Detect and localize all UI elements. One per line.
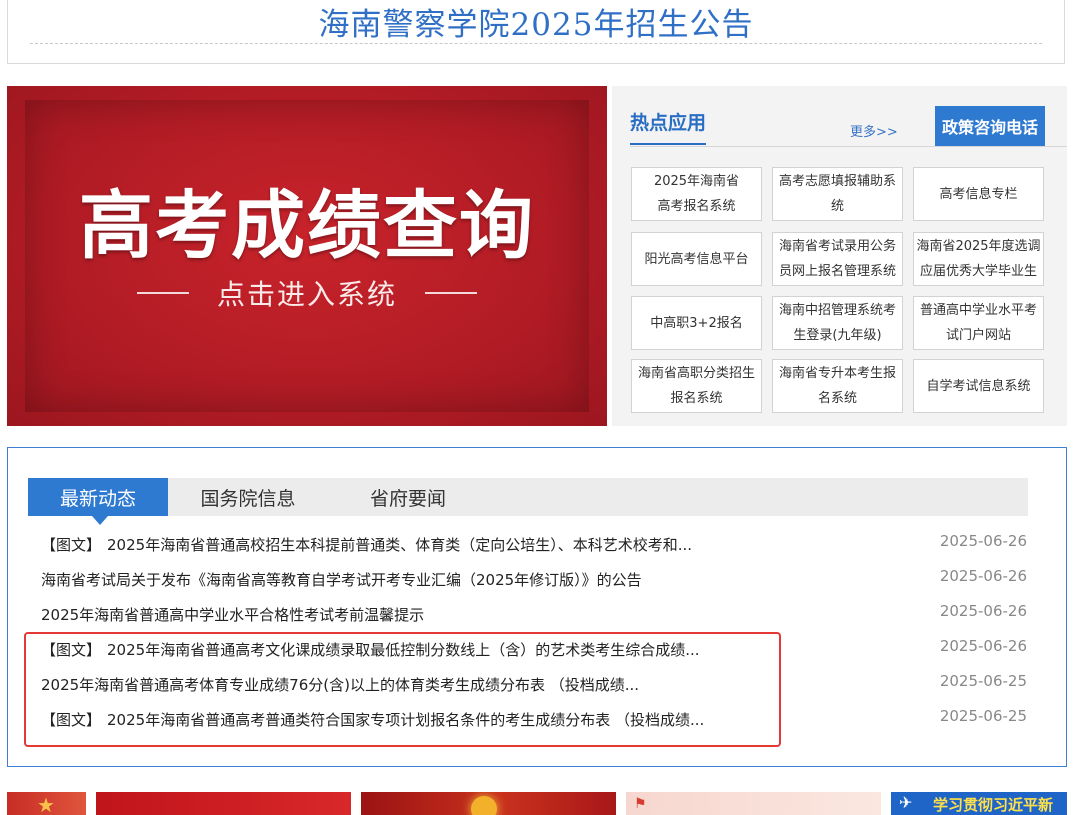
app-button-label: 海南省专升本考生报名系统 — [778, 366, 896, 406]
news-item: 【图文】 2025年海南省普通高考普通类符合国家专项计划报名条件的考生成绩分布表 … — [41, 703, 1027, 737]
banner-subtitle: 点击进入系统 — [216, 278, 397, 311]
notice-divider — [30, 43, 1042, 44]
app-button-vocational-32[interactable]: 中高职3+2报名 — [631, 296, 762, 350]
news-prefix: 【图文】 — [41, 641, 102, 659]
hot-apps-panel: 热点应用 更多>> 政策咨询电话 2025年海南省高考报名系统 高考志愿填报辅助… — [612, 86, 1067, 426]
bottom-banner-5-text: 学习贯彻习近平新 — [933, 796, 1054, 814]
notice-box: 海南警察学院2025年招生公告 — [7, 0, 1065, 64]
news-title: 海南省考试局关于发布《海南省高等教育自学考试开考专业汇编（2025年修订版）》的… — [41, 571, 642, 589]
news-link[interactable]: 海南省考试局关于发布《海南省高等教育自学考试开考专业汇编（2025年修订版）》的… — [41, 563, 642, 597]
bottom-banner-4[interactable]: ⚑ — [626, 792, 881, 815]
app-button-gaokao-info[interactable]: 高考信息专栏 — [913, 167, 1044, 221]
app-button-academic-level-exam[interactable]: 普通高中学业水平考试门户网站 — [913, 296, 1044, 350]
hot-apps-header: 热点应用 更多>> 政策咨询电话 — [630, 106, 1067, 147]
banner-line-right — [425, 292, 477, 294]
news-item: 【图文】 2025年海南省普通高考文化课成绩录取最低控制分数线上（含）的艺术类考生… — [41, 633, 1027, 667]
news-title: 2025年海南省普通高中学业水平合格性考试考前温馨提示 — [41, 606, 425, 624]
app-button-label: 海南省考试录用公务员网上报名管理系统 — [778, 239, 896, 279]
more-link[interactable]: 更多>> — [850, 121, 898, 140]
bottom-banner-2[interactable] — [96, 792, 351, 815]
app-button-label: 高考信息专栏 — [939, 186, 1018, 202]
app-button-vocational-classified[interactable]: 海南省高职分类招生报名系统 — [631, 359, 762, 413]
news-item: 2025年海南省普通高中学业水平合格性考试考前温馨提示 2025-06-26 — [41, 598, 1027, 632]
tab-latest-news[interactable]: 最新动态 — [28, 478, 168, 516]
app-button-volunteer-assist[interactable]: 高考志愿填报辅助系统 — [772, 167, 903, 221]
news-item: 【图文】 2025年海南省普通高校招生本科提前普通类、体育类（定向公培生）、本科艺… — [41, 528, 1027, 562]
app-button-label: 海南省高职分类招生报名系统 — [637, 366, 755, 406]
news-link[interactable]: 2025年海南省普通高中学业水平合格性考试考前温馨提示 — [41, 598, 424, 632]
news-title: 2025年海南省普通高考文化课成绩录取最低控制分数线上（含）的艺术类考生综合成绩… — [107, 641, 700, 659]
bottom-banner-3[interactable] — [361, 792, 616, 815]
active-tab-pointer — [92, 516, 108, 525]
news-date: 2025-06-25 — [939, 707, 1027, 725]
news-prefix: 【图文】 — [41, 536, 102, 554]
policy-hotline-button[interactable]: 政策咨询电话 — [935, 106, 1045, 146]
news-item: 海南省考试局关于发布《海南省高等教育自学考试开考专业汇编（2025年修订版）》的… — [41, 563, 1027, 597]
news-title: 2025年海南省普通高考体育专业成绩76分(含)以上的体育类考生成绩分布表 （投… — [41, 676, 640, 694]
news-link[interactable]: 【图文】 2025年海南省普通高考文化课成绩录取最低控制分数线上（含）的艺术类考生… — [41, 633, 700, 667]
tab-provincial-news[interactable]: 省府要闻 — [338, 478, 478, 516]
bottom-banner-1[interactable]: ★ — [7, 792, 86, 815]
news-date: 2025-06-25 — [939, 672, 1027, 690]
score-query-banner[interactable]: 高考成绩查询 点击进入系统 — [7, 86, 607, 426]
app-button-label: 2025年海南省高考报名系统 — [653, 174, 740, 214]
news-date: 2025-06-26 — [939, 602, 1027, 620]
app-button-label: 中高职3+2报名 — [650, 315, 743, 331]
news-link[interactable]: 【图文】 2025年海南省普通高校招生本科提前普通类、体育类（定向公培生）、本科艺… — [41, 528, 692, 562]
news-item: 2025年海南省普通高考体育专业成绩76分(含)以上的体育类考生成绩分布表 （投… — [41, 668, 1027, 702]
hot-apps-title: 热点应用 — [630, 108, 707, 145]
app-button-label: 普通高中学业水平考试门户网站 — [919, 303, 1037, 343]
news-date: 2025-06-26 — [939, 532, 1027, 550]
tab-state-council[interactable]: 国务院信息 — [178, 478, 318, 516]
app-button-upgrade-bachelor[interactable]: 海南省专升本考生报名系统 — [772, 359, 903, 413]
app-button-self-study-exam[interactable]: 自学考试信息系统 — [913, 359, 1044, 413]
banner-title: 高考成绩查询 — [79, 183, 535, 269]
news-title: 2025年海南省普通高校招生本科提前普通类、体育类（定向公培生）、本科艺术校考和… — [107, 536, 692, 554]
banner-subtitle-row: 点击进入系统 — [7, 276, 607, 311]
dove-icon: ✈ — [899, 793, 913, 812]
app-button-graduate-selection[interactable]: 海南省2025年度选调应届优秀大学毕业生 — [913, 232, 1044, 286]
app-button-label: 高考志愿填报辅助系统 — [778, 174, 896, 214]
star-icon: ★ — [37, 793, 55, 815]
bottom-banner-5[interactable]: ✈ 学习贯彻习近平新 — [891, 792, 1067, 815]
app-button-civil-servant[interactable]: 海南省考试录用公务员网上报名管理系统 — [772, 232, 903, 286]
app-button-gaokao-registration[interactable]: 2025年海南省高考报名系统 — [631, 167, 762, 221]
app-button-sunshine-gaokao[interactable]: 阳光高考信息平台 — [631, 232, 762, 286]
party-emblem-icon — [471, 796, 497, 815]
app-button-label: 阳光高考信息平台 — [644, 251, 749, 267]
app-button-zhongzhao[interactable]: 海南中招管理系统考生登录(九年级) — [772, 296, 903, 350]
news-date: 2025-06-26 — [939, 637, 1027, 655]
news-title: 2025年海南省普通高考普通类符合国家专项计划报名条件的考生成绩分布表 （投档成… — [107, 711, 705, 729]
news-box: 最新动态 国务院信息 省府要闻 【图文】 2025年海南省普通高校招生本科提前普通… — [7, 447, 1067, 767]
app-button-label: 海南省2025年度选调应届优秀大学毕业生 — [916, 239, 1041, 279]
news-date: 2025-06-26 — [939, 567, 1027, 585]
app-button-label: 自学考试信息系统 — [926, 378, 1031, 394]
app-button-label: 海南中招管理系统考生登录(九年级) — [778, 303, 896, 343]
notice-title[interactable]: 海南警察学院2025年招生公告 — [8, 0, 1064, 44]
news-prefix: 【图文】 — [41, 711, 102, 729]
flag-icon: ⚑ — [634, 796, 647, 812]
news-link[interactable]: 2025年海南省普通高考体育专业成绩76分(含)以上的体育类考生成绩分布表 （投… — [41, 668, 639, 702]
banner-line-left — [136, 292, 189, 294]
news-link[interactable]: 【图文】 2025年海南省普通高考普通类符合国家专项计划报名条件的考生成绩分布表 … — [41, 703, 704, 737]
news-tab-bar: 最新动态 国务院信息 省府要闻 — [28, 478, 1028, 525]
